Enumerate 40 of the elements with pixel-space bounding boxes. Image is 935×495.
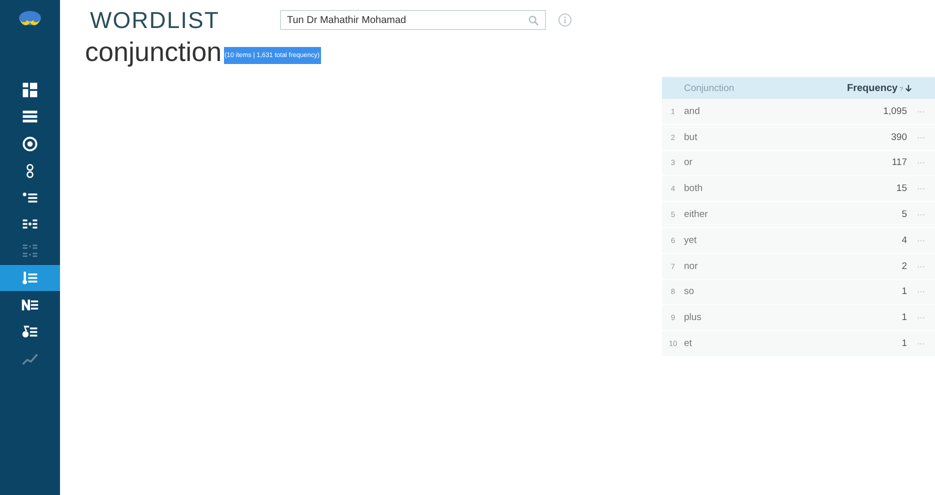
row-menu-button[interactable]: ··· bbox=[907, 184, 935, 194]
target-icon bbox=[21, 134, 39, 153]
frequency-cell-text: 1 bbox=[900, 338, 907, 350]
row-menu-button[interactable]: ··· bbox=[907, 132, 935, 142]
row-menu-button[interactable]: ··· bbox=[907, 236, 935, 245]
column-header[interactable]: Frequency bbox=[847, 82, 898, 94]
frequency-cell-text: 4 bbox=[900, 234, 907, 246]
row-menu-button[interactable]: ··· bbox=[907, 158, 935, 168]
frequency-cell-text: 1 bbox=[900, 286, 907, 298]
frequency-cell-text: 2 bbox=[900, 260, 907, 272]
word-cell-text: et bbox=[684, 338, 693, 350]
page-title: WORDLIST bbox=[90, 6, 220, 34]
sidebar-item[interactable] bbox=[0, 264, 60, 292]
frequency-cell-text: 5 bbox=[900, 209, 907, 220]
dashboard-icon bbox=[21, 81, 39, 100]
row-menu-button[interactable]: ··· bbox=[907, 262, 935, 271]
row-menu-button[interactable]: ··· bbox=[907, 210, 935, 220]
frequency-cell-text: 15 bbox=[895, 183, 907, 194]
word-cell-text: both bbox=[684, 183, 704, 194]
word-cell-text: nor bbox=[684, 260, 699, 272]
frequency-cell-text: 117 bbox=[890, 157, 907, 168]
word-cell-text: yet bbox=[684, 234, 698, 246]
word-cell-text: and bbox=[684, 106, 701, 117]
row-menu-button[interactable]: ··· bbox=[907, 313, 935, 322]
row-menu-button[interactable]: ··· bbox=[907, 287, 935, 296]
word-cell-text: or bbox=[684, 157, 694, 168]
word-cell-text: either bbox=[684, 209, 709, 220]
frequency-cell-text: 1 bbox=[900, 312, 907, 324]
sort-arrow-icon[interactable] bbox=[904, 84, 912, 92]
thermometer-list-icon bbox=[21, 268, 39, 287]
word-cell-text: plus bbox=[684, 312, 702, 324]
word-cell-text: so bbox=[684, 286, 696, 298]
frequency-cell-text: 390 bbox=[890, 132, 907, 143]
search-icon bbox=[528, 14, 539, 26]
column-header[interactable]: Conjunction bbox=[684, 82, 847, 94]
row-menu-button[interactable]: ··· bbox=[907, 339, 935, 348]
row-menu-button[interactable]: ··· bbox=[907, 106, 935, 116]
search-field[interactable]: Tun Dr Mahathir Mohamad bbox=[280, 10, 546, 30]
word-cell-text: but bbox=[684, 132, 698, 143]
frequency-cell-text: 1,095 bbox=[882, 106, 907, 117]
